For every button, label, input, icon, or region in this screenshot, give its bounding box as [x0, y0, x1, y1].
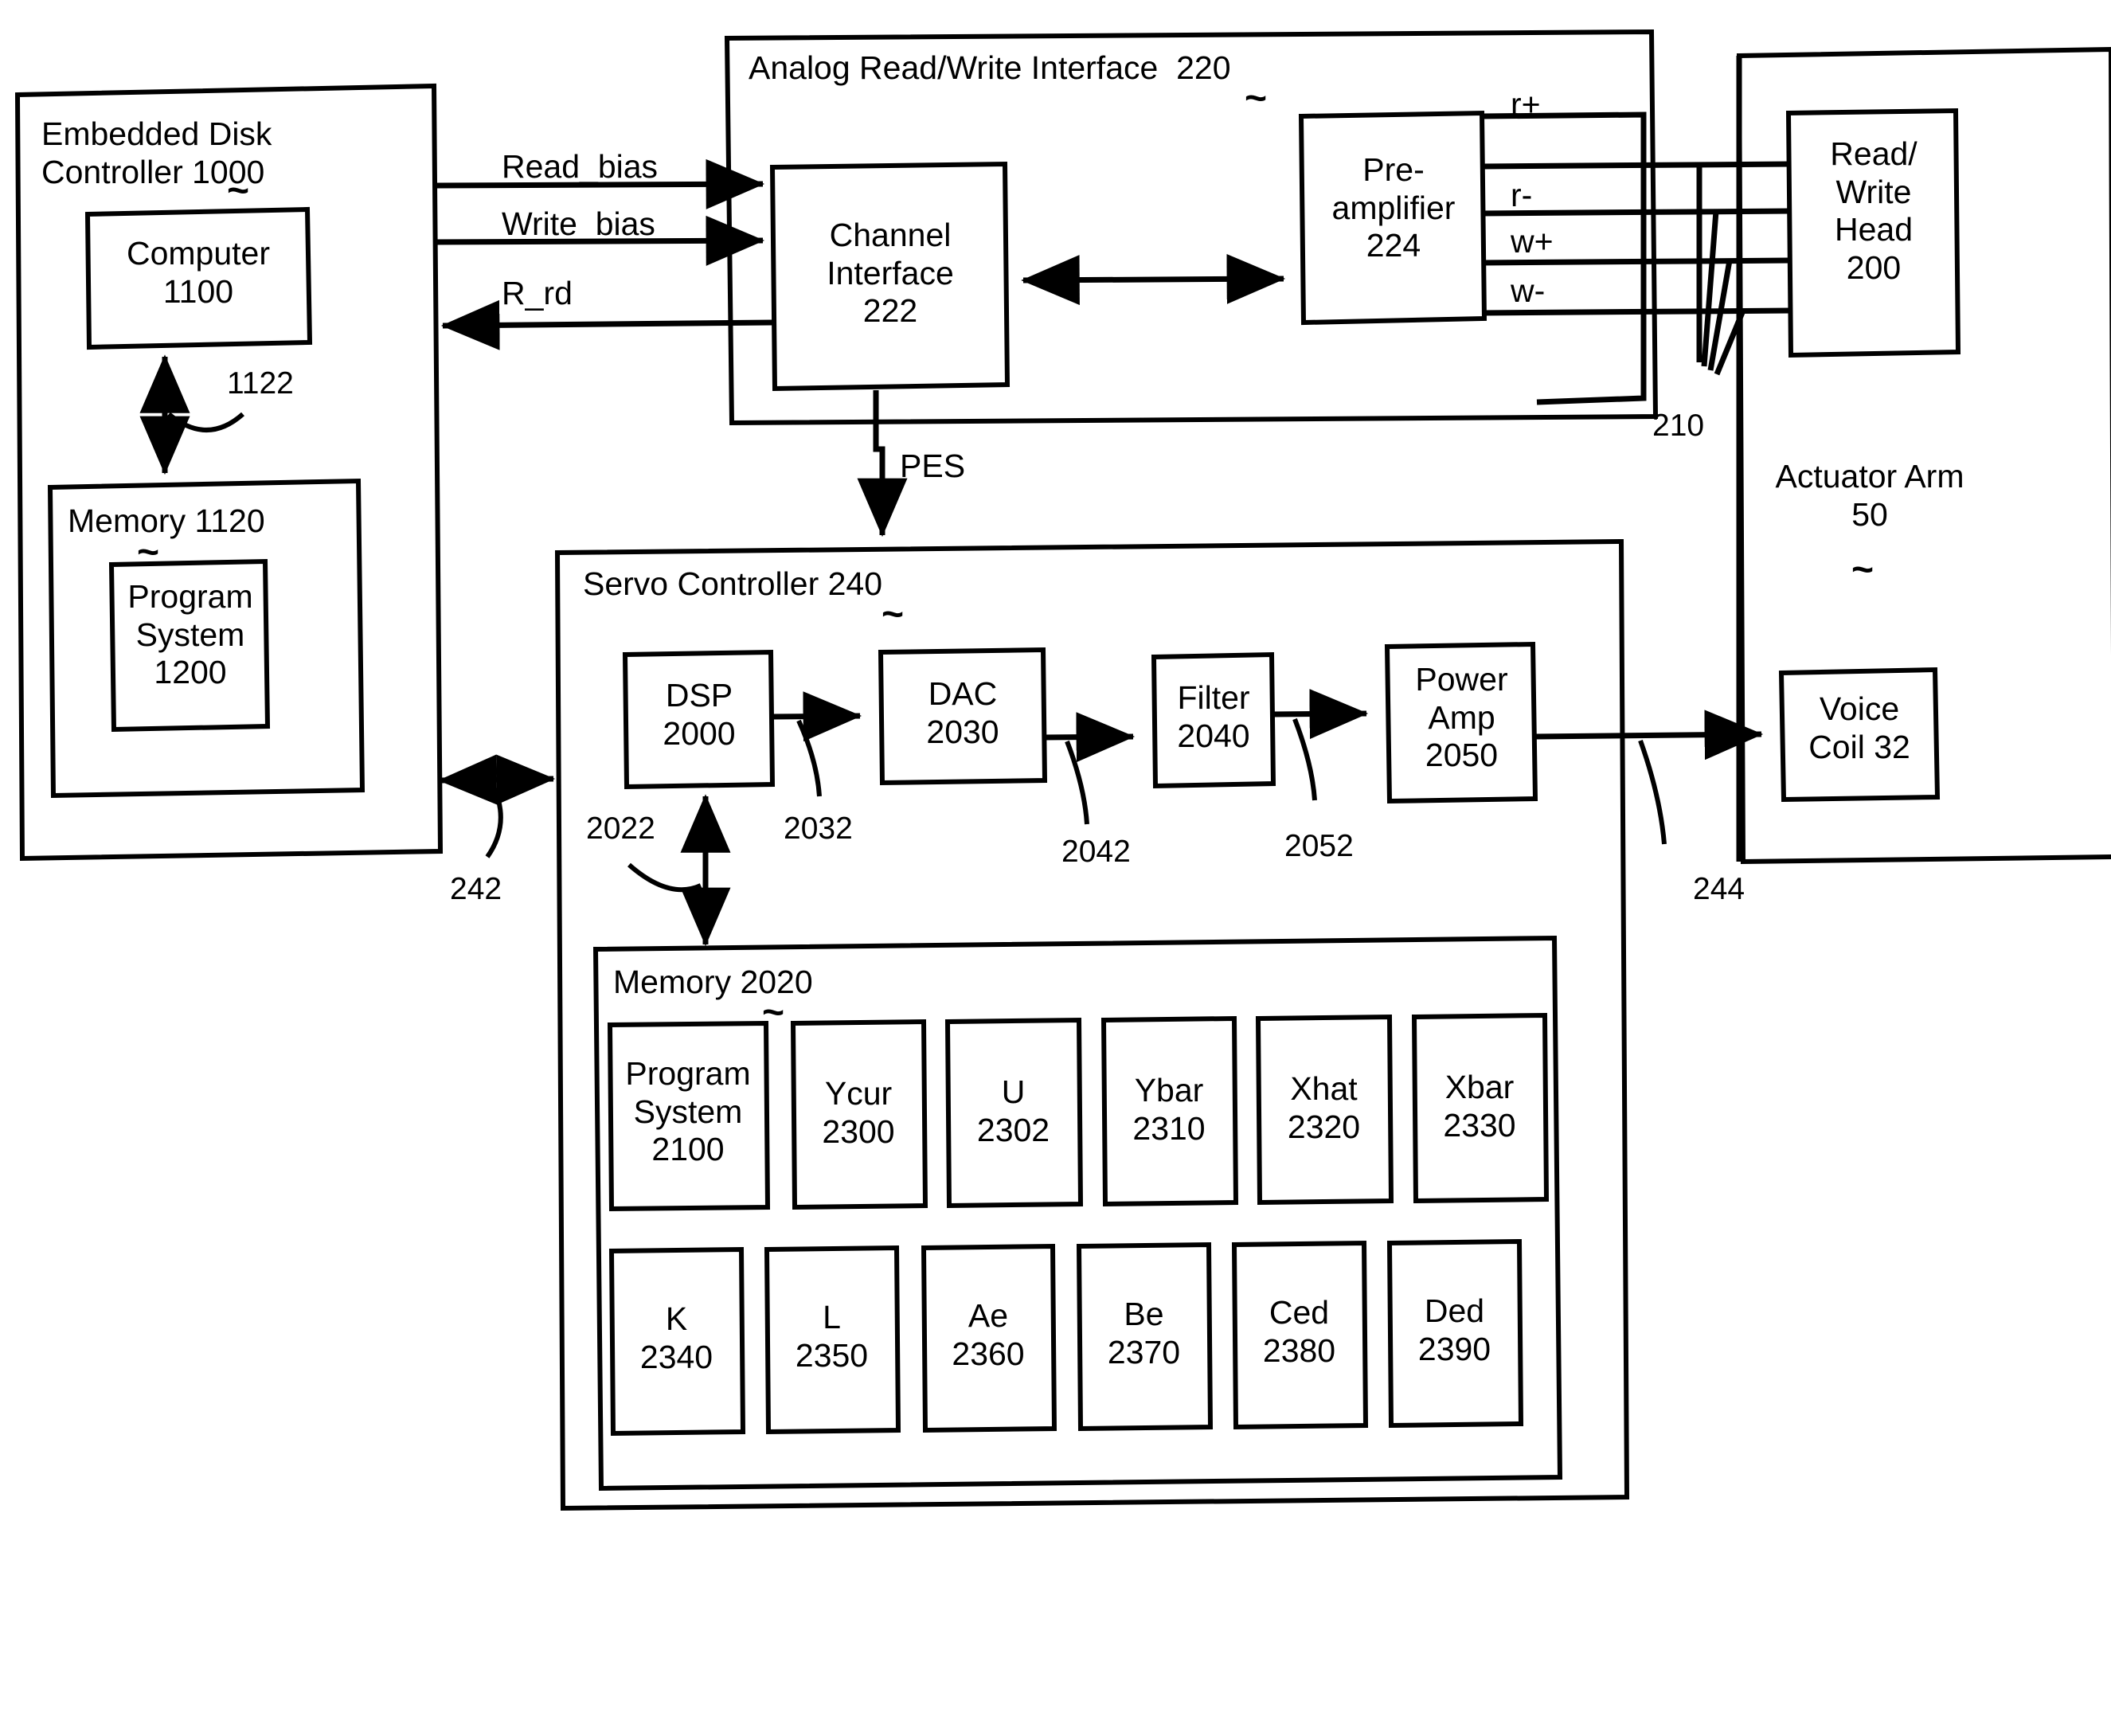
tilde-1120: ~: [137, 531, 160, 573]
arrow-dsp-dac: [772, 691, 862, 742]
label-signal-r-minus: r-: [1511, 177, 1533, 213]
label-ref-210: 210: [1652, 409, 1705, 443]
label-signal-w-minus: w-: [1511, 272, 1546, 309]
arrow-channel-preamp: [1021, 253, 1286, 306]
arrow-r-rd: [440, 299, 773, 350]
leader-244: [1638, 739, 1667, 845]
tilde-240: ~: [882, 593, 905, 635]
label-mem-cell-l: L 2350: [795, 1299, 869, 1374]
label-channel-interface: Channel Interface 222: [827, 217, 954, 330]
label-filter: Filter 2040: [1177, 679, 1250, 754]
label-mem-cell-xhat: Xhat 2320: [1287, 1070, 1361, 1145]
label-mem-cell-ycur: Ycur 2300: [822, 1075, 895, 1150]
label-memory-1120: Memory 1120: [68, 502, 265, 539]
label-ref-2052: 2052: [1284, 829, 1354, 863]
label-signal-w-plus: w+: [1511, 223, 1554, 260]
arrow-poweramp-voicecoil: [1534, 710, 1764, 760]
label-mem-cell-u: U 2302: [976, 1073, 1050, 1148]
leader-242: [485, 785, 503, 858]
patent-figure-canvas: Embedded Disk Controller 1000 ~ Computer…: [0, 0, 2111, 1736]
label-ref-244: 244: [1693, 872, 1745, 906]
leader-1122: [167, 412, 244, 432]
label-mem-cell-k: K 2340: [639, 1300, 713, 1375]
tilde-50: ~: [1851, 549, 1874, 591]
label-ref-1122: 1122: [227, 366, 294, 401]
label-mem-cell-ybar: Ybar 2310: [1132, 1072, 1206, 1147]
label-mem-cell-ae: Ae 2360: [952, 1297, 1025, 1372]
tilde-2020: ~: [762, 991, 785, 1034]
label-power-amp: Power Amp 2050: [1415, 661, 1508, 774]
arrow-bus-242: [438, 754, 556, 805]
leader-2042: [1065, 740, 1089, 825]
label-actuator-arm: Actuator Arm 50: [1775, 458, 1964, 533]
tilde-220: ~: [1245, 77, 1268, 119]
label-signal-write-bias: Write_bias: [502, 205, 655, 242]
box-memory-2020: [592, 935, 1563, 1492]
label-dac: DAC 2030: [926, 675, 999, 750]
label-signal-read-bias: Read_bias: [502, 148, 659, 185]
tilde-1000: ~: [227, 170, 250, 212]
label-signal-pes: PES: [900, 448, 966, 484]
label-mem-cell-ced: Ced 2380: [1262, 1294, 1336, 1369]
label-mem-cell-ded: Ded 2390: [1417, 1292, 1491, 1367]
label-ref-242: 242: [450, 872, 502, 906]
label-signal-r-plus: r+: [1511, 86, 1541, 123]
label-servo-controller: Servo Controller 240: [583, 565, 883, 602]
label-dsp: DSP 2000: [663, 677, 736, 752]
label-mem-cell-be: Be 2370: [1107, 1296, 1181, 1370]
arrow-pes: [857, 390, 908, 538]
label-mem-cell-program-system-2100: Program System 2100: [625, 1055, 751, 1168]
leader-2022: [627, 862, 702, 893]
leader-2032: [796, 719, 822, 797]
label-ref-2042: 2042: [1061, 835, 1131, 869]
label-analog-rw-interface: Analog Read/Write Interface 220: [749, 49, 1231, 86]
label-ref-2022: 2022: [586, 811, 655, 846]
label-ref-2032: 2032: [784, 811, 853, 846]
label-mem-cell-xbar: Xbar 2330: [1443, 1069, 1516, 1144]
label-computer: Computer 1100: [126, 235, 270, 310]
label-preamplifier: Pre- amplifier 224: [1331, 151, 1456, 264]
leader-2052: [1292, 717, 1317, 801]
label-voice-coil: Voice Coil 32: [1808, 690, 1910, 765]
label-program-system-1200: Program System 1200: [127, 578, 253, 691]
label-signal-r-rd: R_rd: [502, 275, 573, 311]
label-read-write-head: Read/ Write Head 200: [1830, 135, 1917, 286]
